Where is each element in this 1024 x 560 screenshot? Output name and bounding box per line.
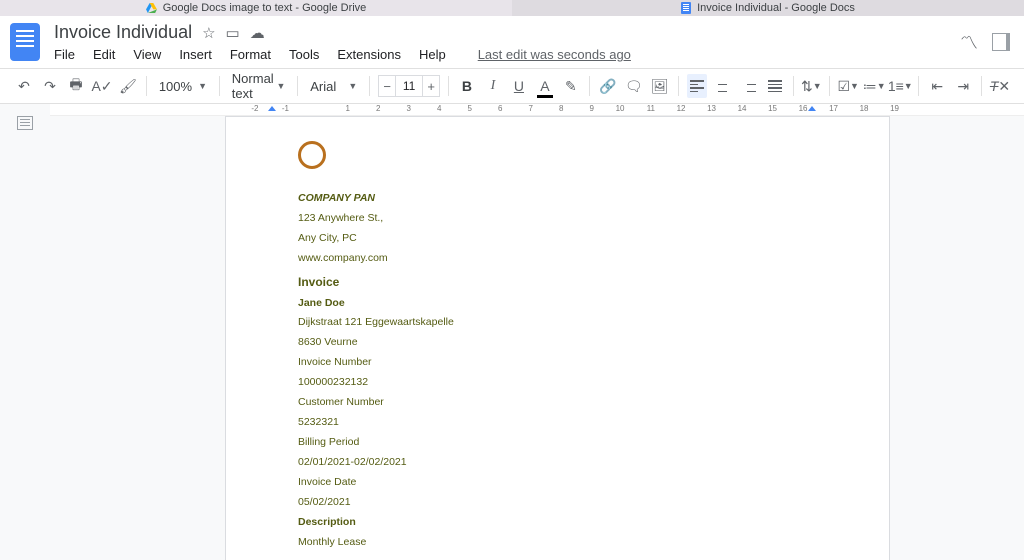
menu-edit[interactable]: Edit — [93, 47, 115, 62]
tab-drive[interactable]: Google Docs image to text - Google Drive — [0, 0, 512, 16]
ruler-left-indent-icon[interactable] — [268, 106, 276, 111]
tab-drive-title: Google Docs image to text - Google Drive — [163, 2, 367, 14]
highlight-button[interactable]: ✎ — [561, 74, 581, 98]
invoice-heading: Invoice — [298, 271, 813, 294]
menu-tools[interactable]: Tools — [289, 47, 319, 62]
document-body: COMPANY PAN 123 Anywhere St., Any City, … — [298, 189, 813, 553]
cloud-icon[interactable]: ☁ — [250, 24, 265, 42]
tab-docs[interactable]: Invoice Individual - Google Docs — [512, 0, 1024, 16]
move-icon[interactable]: ▭ — [226, 24, 240, 42]
numbered-list-button[interactable]: 1≡ ▼ — [890, 74, 910, 98]
invoice-number-label: Invoice Number — [298, 353, 813, 373]
description-heading: Description — [298, 513, 813, 533]
client-name: Jane Doe — [298, 294, 813, 314]
increase-indent-button[interactable]: ⇥ — [953, 74, 973, 98]
company-addr1: 123 Anywhere St., — [298, 209, 813, 229]
workspace: -2-112345678910111213141516171819 COMPAN… — [0, 104, 1024, 560]
sidepanel-toggle-icon[interactable] — [992, 33, 1010, 51]
browser-tabs: Google Docs image to text - Google Drive… — [0, 0, 1024, 16]
company-name: COMPANY PAN — [298, 189, 813, 209]
font-select[interactable]: Arial▼ — [306, 79, 361, 94]
menu-format[interactable]: Format — [230, 47, 271, 62]
bold-button[interactable]: B — [457, 74, 477, 98]
logo-circle-icon — [298, 141, 326, 169]
redo-button[interactable]: ↷ — [40, 74, 60, 98]
canvas: -2-112345678910111213141516171819 COMPAN… — [50, 104, 1024, 560]
client-addr1: Dijkstraat 121 Eggewaartskapelle — [298, 313, 813, 333]
menu-view[interactable]: View — [133, 47, 161, 62]
text-color-button[interactable]: A — [535, 74, 555, 98]
paint-format-button[interactable]: 🖌 — [118, 74, 138, 98]
insert-comment-button[interactable]: 🗨 — [624, 74, 644, 98]
line-spacing-button[interactable]: ⇅ ▼ — [801, 74, 821, 98]
spellcheck-button[interactable]: A✓ — [92, 74, 112, 98]
bulleted-list-button[interactable]: ≔ ▼ — [864, 74, 884, 98]
customer-number-label: Customer Number — [298, 393, 813, 413]
align-justify-button[interactable] — [765, 74, 785, 98]
undo-button[interactable]: ↶ — [14, 74, 34, 98]
title-bar: Invoice Individual ☆ ▭ ☁ File Edit View … — [0, 16, 1024, 62]
underline-button[interactable]: U — [509, 74, 529, 98]
docs-icon — [681, 2, 691, 14]
company-addr2: Any City, PC — [298, 229, 813, 249]
font-size-value[interactable]: 11 — [396, 75, 422, 97]
align-right-button[interactable] — [739, 74, 759, 98]
outline-icon[interactable] — [17, 116, 33, 130]
ruler-right-indent-icon[interactable] — [808, 106, 816, 111]
menu-file[interactable]: File — [54, 47, 75, 62]
menu-bar: File Edit View Insert Format Tools Exten… — [54, 47, 960, 62]
toolbar: ↶ ↷ 🖶 A✓ 🖌 100%▼ Normal text▼ Arial▼ − 1… — [0, 68, 1024, 104]
tab-docs-title: Invoice Individual - Google Docs — [697, 2, 855, 14]
italic-button[interactable]: I — [483, 74, 503, 98]
billing-period-label: Billing Period — [298, 433, 813, 453]
drive-icon — [146, 3, 157, 13]
menu-help[interactable]: Help — [419, 47, 446, 62]
customer-number: 5232321 — [298, 413, 813, 433]
star-icon[interactable]: ☆ — [202, 24, 215, 42]
font-size-increase[interactable]: + — [422, 75, 440, 97]
company-web: www.company.com — [298, 249, 813, 269]
menu-extensions[interactable]: Extensions — [337, 47, 401, 62]
paragraph-style-select[interactable]: Normal text▼ — [228, 71, 290, 101]
insert-link-button[interactable]: 🔗 — [598, 74, 618, 98]
invoice-number: 100000232132 — [298, 373, 813, 393]
zoom-select[interactable]: 100%▼ — [155, 79, 211, 94]
invoice-date: 05/02/2021 — [298, 493, 813, 513]
ruler[interactable]: -2-112345678910111213141516171819 — [50, 104, 1024, 116]
clear-formatting-button[interactable]: T✕ — [990, 74, 1010, 98]
activity-icon[interactable]: 〽 — [960, 29, 978, 55]
client-addr2: 8630 Veurne — [298, 333, 813, 353]
invoice-date-label: Invoice Date — [298, 473, 813, 493]
billing-period: 02/01/2021-02/02/2021 — [298, 453, 813, 473]
font-size-decrease[interactable]: − — [378, 75, 396, 97]
document-page[interactable]: COMPANY PAN 123 Anywhere St., Any City, … — [225, 116, 890, 560]
print-button[interactable]: 🖶 — [66, 74, 86, 98]
last-edit-link[interactable]: Last edit was seconds ago — [478, 47, 631, 62]
docs-logo-icon[interactable] — [10, 23, 40, 61]
checklist-button[interactable]: ☑ ▼ — [838, 74, 858, 98]
left-rail — [0, 104, 50, 560]
menu-insert[interactable]: Insert — [179, 47, 212, 62]
insert-image-button[interactable]: 🖼 — [650, 74, 670, 98]
decrease-indent-button[interactable]: ⇤ — [927, 74, 947, 98]
document-name[interactable]: Invoice Individual — [54, 22, 192, 43]
align-center-button[interactable] — [713, 74, 733, 98]
font-size-stepper: − 11 + — [378, 75, 440, 97]
align-left-button[interactable] — [687, 74, 707, 98]
description-item: Monthly Lease — [298, 533, 813, 553]
